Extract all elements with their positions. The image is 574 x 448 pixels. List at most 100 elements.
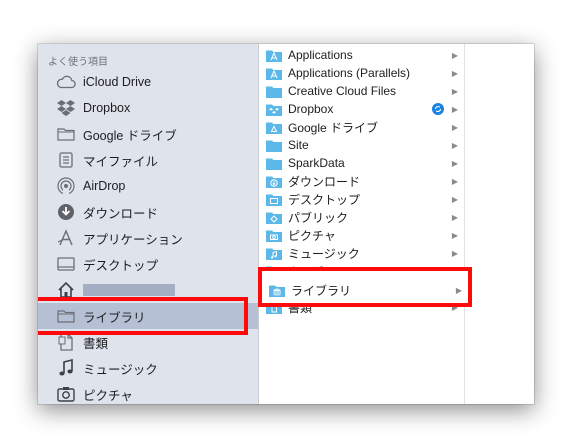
list-item-label: ミュージック — [288, 246, 360, 261]
pictures-folder-icon — [266, 228, 282, 242]
applications-folder-icon — [266, 48, 282, 62]
list-item-google-drive[interactable]: Google ドライブ ▶ — [259, 118, 464, 136]
sidebar-item-downloads[interactable]: ダウンロード — [38, 199, 258, 225]
chevron-right-icon: ▶ — [451, 194, 459, 204]
movies-folder-icon — [266, 264, 282, 278]
chevron-right-icon: ▶ — [451, 266, 459, 276]
sidebar-item-home[interactable] — [38, 277, 258, 303]
list-item-downloads[interactable]: ダウンロード ▶ — [259, 172, 464, 190]
list-item-applications-parallels[interactable]: Applications (Parallels) ▶ — [259, 64, 464, 82]
list-item-creative-cloud-files[interactable]: Creative Cloud Files ▶ — [259, 82, 464, 100]
sidebar-heading: よく使う項目 — [48, 57, 108, 68]
list-item-documents[interactable]: 書類 ▶ — [259, 298, 464, 316]
chevron-right-icon: ▶ — [451, 50, 459, 60]
list-item-public[interactable]: パブリック ▶ — [259, 208, 464, 226]
document-icon — [56, 332, 76, 352]
list-item-label: ダウンロード — [288, 174, 361, 189]
sidebar-item-icloud-drive[interactable]: iCloud Drive — [38, 69, 258, 95]
sidebar-item-label: デスクトップ — [83, 258, 159, 273]
desktop-folder-icon — [266, 192, 282, 206]
list-item-label: Applications — [288, 48, 353, 62]
list-item-label: ムービー — [288, 264, 337, 279]
chevron-right-icon: ▶ — [451, 230, 459, 240]
list-item-label: ピクチャ — [288, 228, 336, 243]
sync-status-icon — [432, 103, 444, 115]
sidebar-item-label: Dropbox — [83, 101, 131, 115]
chevron-right-icon: ▶ — [451, 284, 459, 294]
dropbox-icon — [56, 98, 76, 118]
music-note-icon — [56, 358, 76, 378]
chevron-right-icon: ▶ — [451, 68, 459, 78]
sidebar-item-label: Google ドライブ — [83, 128, 177, 143]
list-item-label: Site — [288, 138, 309, 152]
folder-icon — [266, 156, 282, 170]
chevron-right-icon: ▶ — [451, 302, 459, 312]
sidebar-item-my-files[interactable]: マイファイル — [38, 147, 258, 173]
list-item-label: Applications (Parallels) — [288, 66, 411, 80]
home-folder-column: Applications ▶ Applications (Parallels) … — [259, 44, 465, 404]
sidebar-item-label: ミュージック — [83, 362, 158, 377]
list-item-sparkdata[interactable]: SparkData ▶ — [259, 154, 464, 172]
home-icon — [56, 280, 76, 300]
sidebar-item-label: ライブラリ — [83, 310, 146, 325]
sidebar-item-label: iCloud Drive — [83, 75, 152, 89]
camera-icon — [56, 384, 76, 404]
sidebar-item-music[interactable]: ミュージック — [38, 355, 258, 381]
sidebar-item-dropbox[interactable]: Dropbox — [38, 95, 258, 121]
public-folder-icon — [266, 210, 282, 224]
list-item-label: 書類 — [288, 300, 313, 315]
list-item-movies[interactable]: ムービー ▶ — [259, 262, 464, 280]
sidebar: よく使う項目 iCloud Drive Dropbox Google ドライブ … — [38, 44, 259, 404]
all-files-icon — [56, 150, 76, 170]
list-item-music[interactable]: ミュージック ▶ — [259, 244, 464, 262]
folder-icon — [266, 84, 282, 98]
applications-folder-icon — [266, 66, 282, 80]
desktop-icon — [56, 254, 76, 274]
finder-window: よく使う項目 iCloud Drive Dropbox Google ドライブ … — [38, 44, 534, 404]
list-item-label: Dropbox — [288, 102, 334, 116]
list-item-desktop[interactable]: デスクトップ ▶ — [259, 190, 464, 208]
list-item-pictures[interactable]: ピクチャ ▶ — [259, 226, 464, 244]
sidebar-item-label: ピクチャ — [83, 388, 133, 403]
chevron-right-icon: ▶ — [451, 212, 459, 222]
chevron-right-icon: ▶ — [451, 86, 459, 96]
downloads-folder-icon — [266, 174, 282, 188]
library-folder-icon — [266, 282, 282, 296]
google-drive-folder-icon — [266, 120, 282, 134]
list-item-label: ライブラリ — [288, 282, 349, 297]
cloud-icon — [56, 72, 76, 92]
folder-icon — [56, 124, 76, 144]
chevron-right-icon: ▶ — [451, 158, 459, 168]
sidebar-item-label: ダウンロード — [83, 206, 159, 221]
sidebar-item-label: アプリケーション — [83, 232, 183, 247]
chevron-right-icon: ▶ — [451, 248, 459, 258]
airdrop-icon — [56, 176, 76, 196]
chevron-right-icon: ▶ — [451, 104, 459, 114]
list-item-dropbox[interactable]: Dropbox ▶ — [259, 100, 464, 118]
sidebar-item-label: AirDrop — [83, 179, 126, 193]
list-item-label: Creative Cloud Files — [288, 84, 397, 98]
sidebar-item-google-drive[interactable]: Google ドライブ — [38, 121, 258, 147]
list-item-applications[interactable]: Applications ▶ — [259, 46, 464, 64]
sidebar-item-label: 書類 — [83, 336, 109, 351]
sidebar-item-documents[interactable]: 書類 — [38, 329, 258, 355]
list-item-library[interactable]: ライブラリ ▶ — [259, 280, 464, 298]
download-icon — [56, 202, 76, 222]
sidebar-item-airdrop[interactable]: AirDrop — [38, 173, 258, 199]
empty-column — [465, 44, 534, 404]
list-item-label: パブリック — [288, 210, 349, 225]
list-item-label: Google ドライブ — [288, 120, 379, 135]
sidebar-item-label: マイファイル — [83, 154, 159, 169]
sidebar-item-applications[interactable]: アプリケーション — [38, 225, 258, 251]
folder-icon — [266, 138, 282, 152]
redacted-home-label — [83, 284, 175, 296]
folder-icon — [56, 306, 76, 326]
chevron-right-icon: ▶ — [451, 176, 459, 186]
sidebar-item-pictures[interactable]: ピクチャ — [38, 381, 258, 404]
applications-icon — [56, 228, 76, 248]
chevron-right-icon: ▶ — [451, 140, 459, 150]
list-item-site[interactable]: Site ▶ — [259, 136, 464, 154]
sidebar-item-desktop[interactable]: デスクトップ — [38, 251, 258, 277]
chevron-right-icon: ▶ — [451, 122, 459, 132]
sidebar-item-library[interactable]: ライブラリ — [38, 303, 258, 329]
